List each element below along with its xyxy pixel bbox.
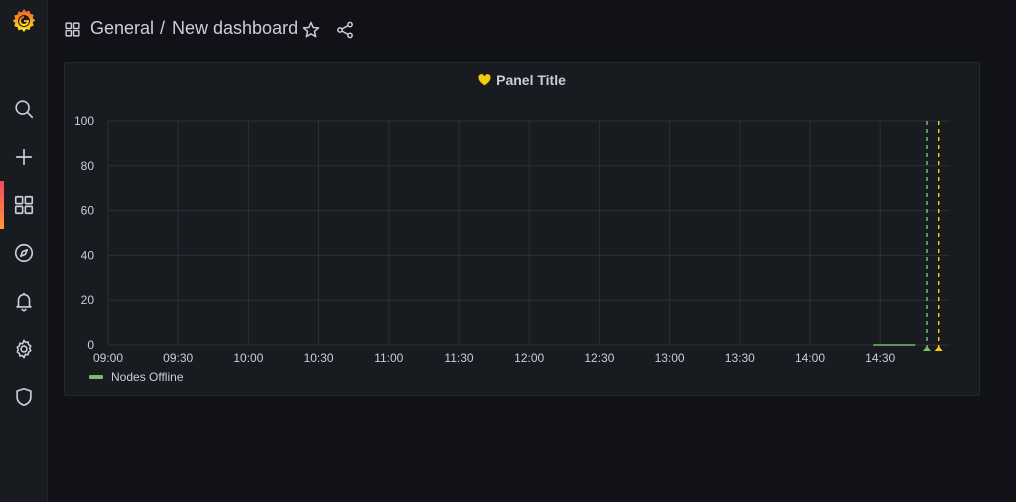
- x-tick-label: 11:00: [374, 351, 403, 365]
- x-tick-label: 14:30: [865, 351, 895, 365]
- breadcrumb-separator: /: [160, 18, 166, 38]
- x-tick-label: 12:30: [584, 351, 614, 365]
- server-admin-button[interactable]: [0, 373, 48, 421]
- create-button[interactable]: [0, 133, 48, 181]
- share-icon[interactable]: [335, 20, 355, 40]
- alerting-button[interactable]: [0, 277, 48, 325]
- legend-swatch: [89, 375, 103, 379]
- grafana-logo-icon[interactable]: [10, 6, 38, 36]
- x-tick-label: 09:00: [93, 351, 123, 365]
- star-icon[interactable]: [301, 20, 321, 40]
- x-tick-label: 14:00: [795, 351, 825, 365]
- x-tick-label: 11:30: [444, 351, 473, 365]
- dashboards-button[interactable]: [0, 181, 48, 229]
- x-tick-label: 10:00: [233, 351, 263, 365]
- annotation-marker: [934, 346, 943, 351]
- search-icon: [15, 100, 34, 119]
- y-tick-label: 0: [87, 338, 94, 352]
- shield-icon: [16, 387, 32, 407]
- side-menu: [0, 0, 48, 502]
- y-tick-label: 80: [81, 159, 95, 173]
- gear-icon: [16, 339, 32, 359]
- x-tick-label: 13:30: [725, 351, 755, 365]
- dashboard-navbar: General / New dashboard: [48, 0, 1016, 60]
- x-tick-label: 09:30: [163, 351, 193, 365]
- compass-icon: [14, 243, 34, 263]
- dashboard-title[interactable]: New dashboard: [172, 18, 298, 39]
- search-button[interactable]: [0, 85, 48, 133]
- y-tick-label: 100: [74, 114, 94, 128]
- x-tick-label: 13:00: [655, 351, 685, 365]
- graph-panel: Panel Title 0 20 40 60 80 100 09:00 09:30 10:00 1…: [64, 62, 980, 396]
- legend-item[interactable]: Nodes Offline: [89, 370, 184, 384]
- x-tick-label: 10:30: [304, 351, 334, 365]
- legend-label: Nodes Offline: [111, 370, 184, 384]
- explore-button[interactable]: [0, 229, 48, 277]
- graph-chart[interactable]: 0 20 40 60 80 100 09:00 09:30 10:00 10:30 11:00 11:…: [65, 63, 981, 397]
- plus-icon: [15, 148, 33, 166]
- dashboards-icon: [65, 22, 80, 37]
- bell-icon: [16, 292, 32, 312]
- dashboards-icon: [14, 195, 34, 215]
- y-tick-label: 60: [81, 204, 95, 218]
- x-tick-label: 12:00: [514, 351, 544, 365]
- y-tick-label: 20: [81, 293, 95, 307]
- breadcrumb-folder-link[interactable]: General: [90, 18, 154, 39]
- y-tick-label: 40: [81, 248, 95, 262]
- configuration-button[interactable]: [0, 325, 48, 373]
- annotation-marker: [923, 346, 931, 351]
